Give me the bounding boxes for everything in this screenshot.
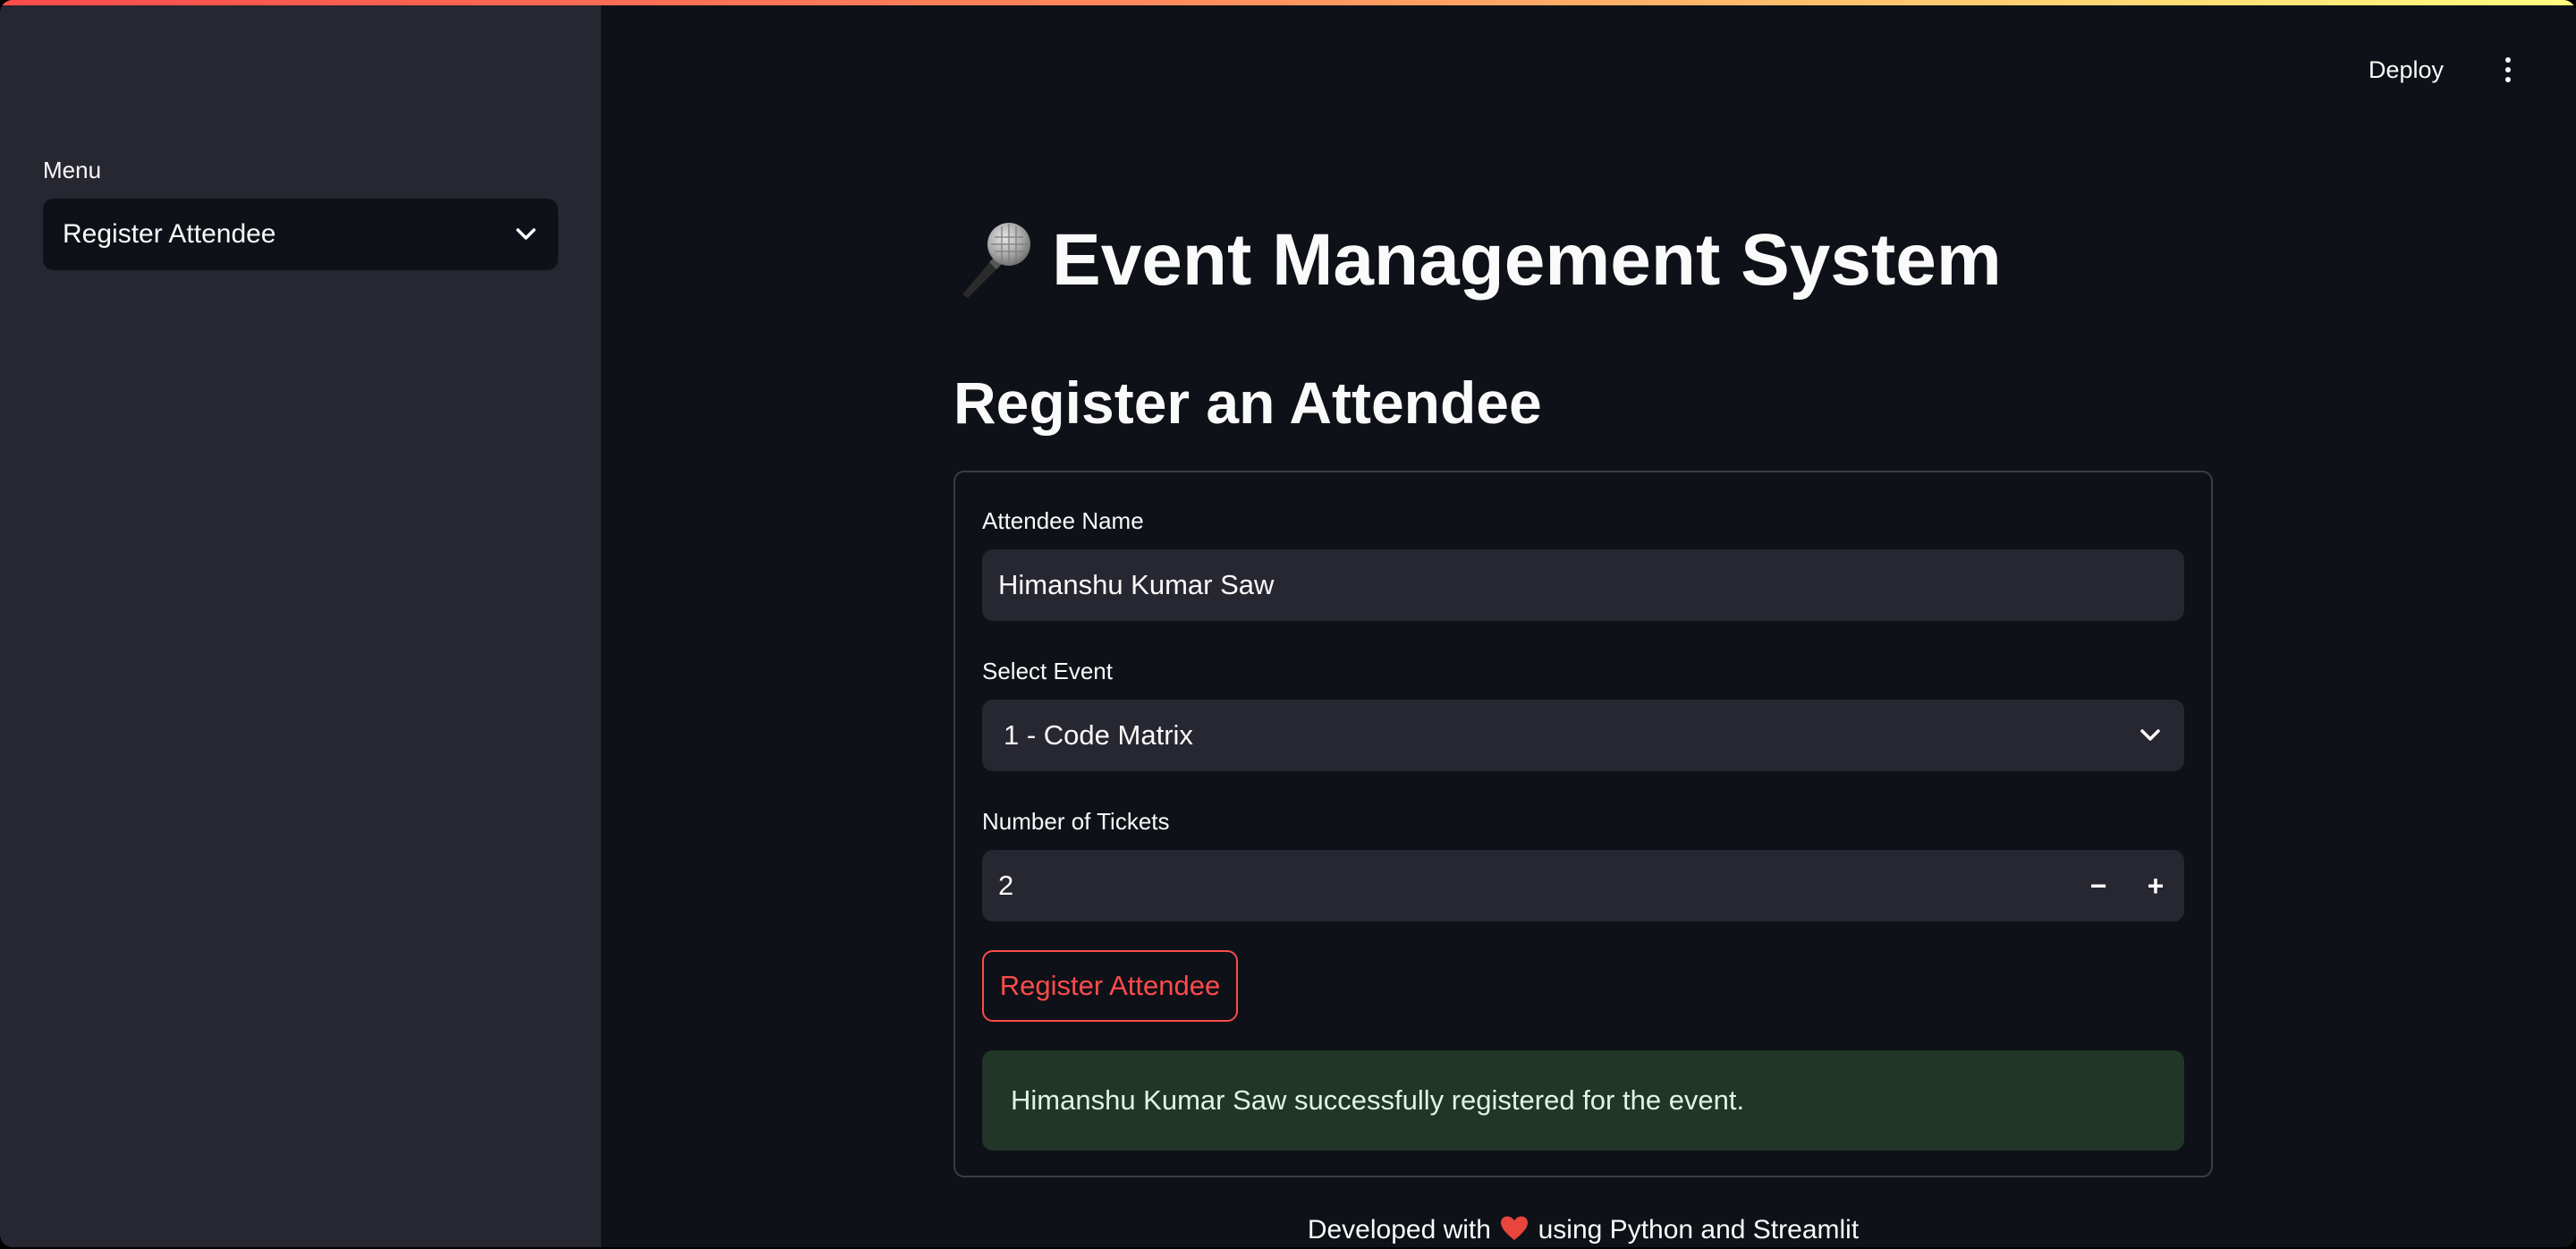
form-subheader: Register an Attendee — [953, 370, 1542, 436]
footer-text-after: using Python and Streamlit — [1538, 1215, 1860, 1245]
event-select-value: 1 - Code Matrix — [1004, 719, 1193, 751]
success-alert: Himanshu Kumar Saw successfully register… — [982, 1050, 2184, 1151]
footer: Developed with using Python and Streamli… — [953, 1213, 2213, 1247]
select-event-label: Select Event — [982, 658, 1113, 684]
tickets-number-input[interactable]: 2 − + — [982, 850, 2184, 922]
register-attendee-button[interactable]: Register Attendee — [982, 950, 1238, 1022]
tickets-value: 2 — [998, 870, 1014, 901]
attendee-name-input[interactable]: Himanshu Kumar Saw — [982, 549, 2184, 621]
sidebar: Menu Register Attendee — [0, 0, 601, 1247]
heart-icon — [1501, 1216, 1529, 1240]
main-menu-icon[interactable] — [2496, 52, 2521, 88]
microphone-icon — [962, 223, 1030, 298]
chevron-down-icon — [2138, 723, 2163, 748]
tickets-label: Number of Tickets — [982, 808, 1170, 835]
decrement-button[interactable]: − — [2080, 868, 2116, 904]
menu-label: Menu — [43, 157, 102, 183]
success-message: Himanshu Kumar Saw successfully register… — [1011, 1084, 1745, 1116]
chevron-down-icon — [513, 222, 538, 247]
menu-select-value: Register Attendee — [63, 219, 276, 249]
attendee-name-label: Attendee Name — [982, 507, 1144, 534]
deploy-button[interactable]: Deploy — [2368, 50, 2444, 89]
page-title: Event Management System — [952, 211, 2002, 310]
footer-text-before: Developed with — [1307, 1215, 1491, 1245]
top-decoration-bar — [0, 0, 2576, 5]
page-title-text: Event Management System — [1052, 219, 2002, 301]
event-select[interactable]: 1 - Code Matrix — [982, 700, 2184, 771]
menu-select[interactable]: Register Attendee — [43, 199, 558, 270]
increment-button[interactable]: + — [2138, 868, 2174, 904]
app-window: Menu Register Attendee Deploy Event Mana… — [0, 0, 2576, 1247]
attendee-name-value: Himanshu Kumar Saw — [998, 569, 1275, 600]
